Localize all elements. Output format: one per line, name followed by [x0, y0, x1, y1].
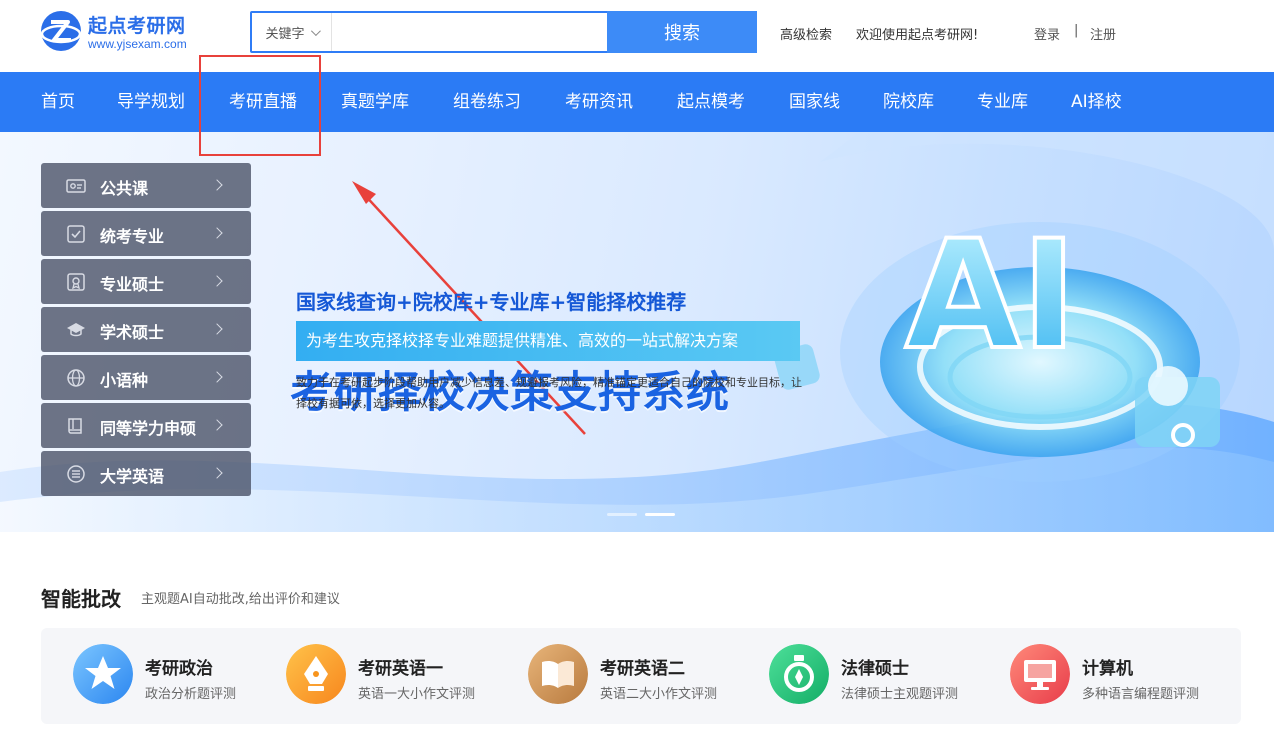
category-label: 同等学力申硕 — [100, 419, 197, 438]
carousel-dot-active[interactable] — [645, 513, 675, 516]
logo-name: 起点考研网 — [88, 15, 186, 37]
book-icon — [68, 418, 82, 434]
logo-mark-icon — [40, 11, 82, 51]
category-label: 统考专业 — [100, 227, 165, 246]
graduation-cap-icon — [67, 323, 85, 337]
auth-separator: | — [1074, 23, 1079, 38]
card-desc: 多种语言编程题评测 — [1082, 687, 1200, 702]
ai-review-cards: 考研政治 政治分析题评测 考研英语一 英语一大小作文评测 考研英语二 英语二大小… — [41, 628, 1241, 724]
monitor-icon — [1010, 644, 1070, 704]
chevron-right-icon — [211, 371, 223, 383]
nav-item-schools[interactable]: 院校库 — [883, 72, 934, 132]
banner-description: 致力于在考研起步阶段帮助用户减少信息差、规避报考风险，精准锚定更适合自己的院校和… — [296, 376, 802, 410]
nav-item-ai-school[interactable]: AI择校 — [1071, 72, 1122, 132]
category-label: 公共课 — [100, 179, 149, 198]
search-input[interactable] — [333, 13, 605, 51]
search-button[interactable]: 搜索 — [607, 11, 757, 53]
category-item-unified-major[interactable]: 统考专业 — [41, 211, 251, 256]
chevron-right-icon — [211, 419, 223, 431]
category-label: 小语种 — [100, 371, 149, 390]
pen-nib-icon — [286, 644, 346, 704]
site-header: 起点考研网 www.yjsexam.com 关键字 搜索 高级检索 欢迎使用起点… — [0, 0, 1274, 72]
nav-item-live[interactable]: 考研直播 — [229, 72, 297, 132]
review-card-law[interactable]: 法律硕士 法律硕士主观题评测 — [769, 644, 989, 706]
nav-item-past-papers[interactable]: 真题学库 — [341, 72, 409, 132]
nav-item-home[interactable]: 首页 — [41, 72, 75, 132]
category-item-academic-master[interactable]: 学术硕士 — [41, 307, 251, 352]
medal-icon — [769, 644, 829, 704]
card-title: 考研政治 — [145, 659, 213, 679]
card-desc: 英语二大小作文评测 — [600, 687, 718, 702]
login-link[interactable]: 登录 — [1034, 24, 1060, 43]
card-desc: 英语一大小作文评测 — [358, 687, 476, 702]
banner-subtitle: 国家线查询+院校库+专业库+智能择校推荐 — [296, 290, 687, 314]
certificate-icon — [67, 273, 85, 291]
category-item-minor-languages[interactable]: 小语种 — [41, 355, 251, 400]
review-card-computer[interactable]: 计算机 多种语言编程题评测 — [1010, 644, 1220, 706]
checklist-icon — [67, 225, 85, 243]
site-logo[interactable]: 起点考研网 www.yjsexam.com — [40, 10, 205, 56]
search-type-label: 关键字 — [265, 26, 305, 42]
card-title: 考研英语二 — [600, 659, 685, 679]
nav-item-news[interactable]: 考研资讯 — [565, 72, 633, 132]
advanced-search-link[interactable]: 高级检索 — [780, 24, 832, 43]
nav-item-mock-exam[interactable]: 起点模考 — [677, 72, 745, 132]
nav-item-practice[interactable]: 组卷练习 — [453, 72, 521, 132]
card-desc: 政治分析题评测 — [145, 687, 237, 702]
ai-review-subtitle: 主观题AI自动批改,给出评价和建议 — [141, 592, 340, 607]
ai-review-title: 智能批改 — [41, 587, 121, 611]
nav-item-majors[interactable]: 专业库 — [977, 72, 1028, 132]
card-title: 考研英语一 — [358, 659, 443, 679]
star-icon — [73, 644, 133, 704]
review-card-politics[interactable]: 考研政治 政治分析题评测 — [73, 644, 273, 706]
card-title: 法律硕士 — [841, 659, 909, 679]
search-type-select[interactable]: 关键字 — [252, 13, 332, 51]
search-bar: 关键字 搜索 — [250, 11, 757, 53]
list-icon — [67, 465, 85, 483]
category-label: 专业硕士 — [100, 275, 165, 294]
carousel-dot[interactable] — [607, 513, 637, 516]
category-menu: 公共课 统考专业 专业硕士 学术硕士 小语种 同等学力申硕 大学英语 — [41, 163, 251, 499]
chevron-down-icon — [310, 25, 321, 36]
id-card-icon — [66, 179, 86, 193]
ai-graphic-text: AI — [905, 209, 1077, 383]
card-title: 计算机 — [1082, 659, 1133, 679]
category-item-college-english[interactable]: 大学英语 — [41, 451, 251, 496]
globe-icon — [67, 369, 85, 387]
category-item-equivalent-degree[interactable]: 同等学力申硕 — [41, 403, 251, 448]
nav-item-national-line[interactable]: 国家线 — [789, 72, 840, 132]
review-card-english-2[interactable]: 考研英语二 英语二大小作文评测 — [528, 644, 748, 706]
card-desc: 法律硕士主观题评测 — [841, 687, 959, 702]
category-item-public[interactable]: 公共课 — [41, 163, 251, 208]
nav-item-study-plan[interactable]: 导学规划 — [117, 72, 185, 132]
logo-url: www.yjsexam.com — [88, 37, 187, 51]
category-item-professional-master[interactable]: 专业硕士 — [41, 259, 251, 304]
register-link[interactable]: 注册 — [1090, 24, 1116, 43]
main-nav: 首页 导学规划 考研直播 真题学库 组卷练习 考研资讯 起点模考 国家线 院校库… — [0, 72, 1274, 132]
open-book-icon — [528, 644, 588, 704]
category-label: 学术硕士 — [100, 323, 165, 342]
chevron-right-icon — [211, 227, 223, 239]
chevron-right-icon — [211, 323, 223, 335]
category-label: 大学英语 — [100, 467, 165, 486]
banner-tagline: 为考生攻克择校择专业难题提供精准、高效的一站式解决方案 — [296, 321, 800, 361]
welcome-text: 欢迎使用起点考研网! — [856, 28, 979, 43]
chevron-right-icon — [211, 467, 223, 479]
chevron-right-icon — [211, 275, 223, 287]
chevron-right-icon — [211, 179, 223, 191]
review-card-english-1[interactable]: 考研英语一 英语一大小作文评测 — [286, 644, 506, 706]
